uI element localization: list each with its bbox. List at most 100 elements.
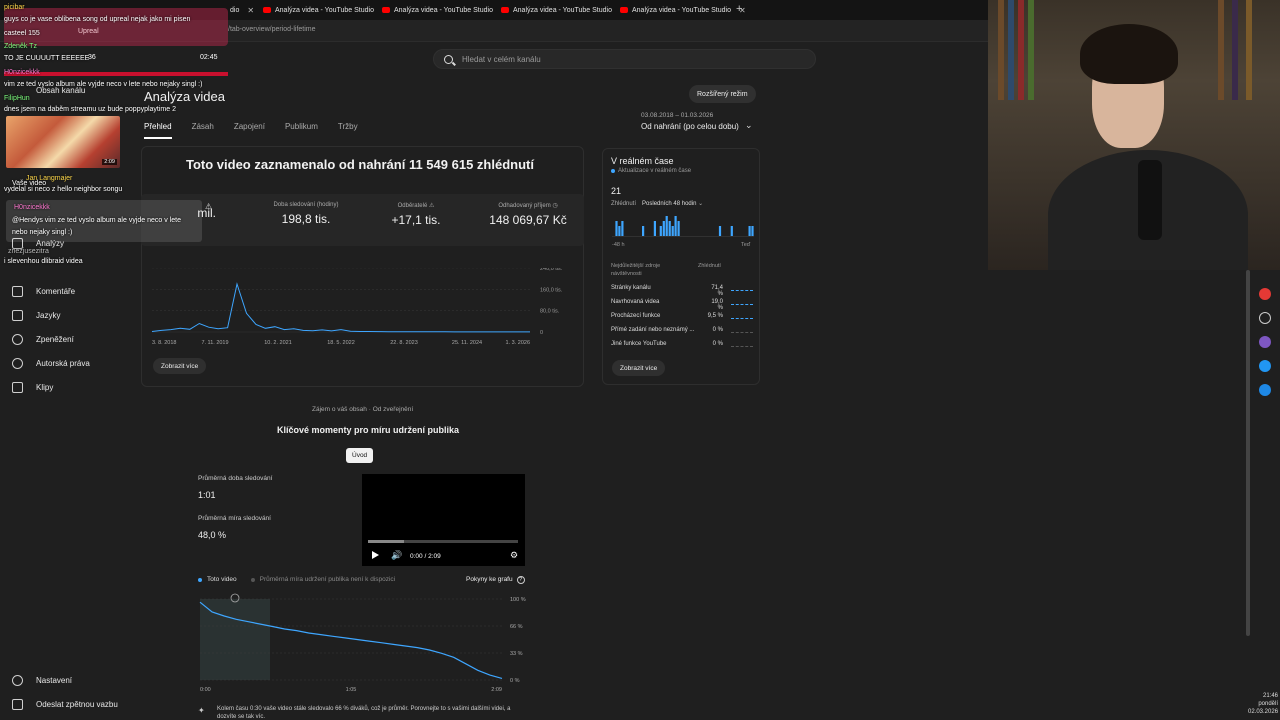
- y-tick-label: 0: [540, 330, 543, 336]
- graph-help-link[interactable]: Pokyny ke grafu?: [466, 576, 525, 584]
- realtime-show-more-button[interactable]: Zobrazit více: [612, 360, 666, 376]
- stat-subscribers[interactable]: Odběratelé ⚠ +17,1 tis.: [366, 202, 466, 227]
- realtime-bar: [748, 226, 751, 236]
- traffic-source-sparkline: [731, 315, 753, 319]
- volume-icon[interactable]: 🔊: [391, 550, 402, 561]
- browser-tab[interactable]: dio ✕: [230, 0, 254, 20]
- sidebar-item-feedback[interactable]: Odeslat zpětnou vazbu: [12, 699, 118, 710]
- x-tick-label: 0:00: [200, 687, 211, 693]
- sidebar-item-copyright[interactable]: Autorská práva: [12, 358, 90, 369]
- app-icon-telegram[interactable]: [1259, 360, 1271, 372]
- stat-revenue[interactable]: Odhadovaný příjem ◷ 148 069,67 Kč: [478, 202, 578, 227]
- search-icon: [444, 54, 453, 64]
- tab-overview[interactable]: Přehled: [144, 122, 172, 139]
- streamer-hair: [1080, 24, 1178, 84]
- chat-username: H0nzicekkk: [4, 69, 40, 76]
- x-tick-label: 22. 8. 2023: [390, 340, 418, 346]
- gear-icon[interactable]: ⚙: [510, 550, 518, 561]
- x-tick-label: 1. 3. 2026: [506, 340, 530, 346]
- tab-audience[interactable]: Publikum: [285, 122, 318, 139]
- sparkle-icon: ✦: [198, 706, 205, 715]
- shelf-book: [1028, 0, 1034, 100]
- player-time: 0:00 / 2:09: [410, 553, 441, 560]
- traffic-source-name: Stránky kanálu: [611, 285, 651, 291]
- x-tick-label: 18. 5. 2022: [327, 340, 355, 346]
- chat-message: vydelal si neco z hello neighbor songu: [4, 186, 123, 193]
- sidebar-item-clips[interactable]: Klipy: [12, 382, 53, 393]
- subtitles-icon: [12, 310, 23, 321]
- warning-icon: ⚠: [205, 202, 213, 211]
- browser-tab[interactable]: Analýza videa - YouTube Studio✕: [620, 0, 746, 20]
- sidebar-item-comments[interactable]: Komentáře: [12, 286, 75, 297]
- y-tick-label: 80,0 tis.: [540, 309, 560, 315]
- sidebar-item-languages[interactable]: Jazyky: [12, 310, 60, 321]
- traffic-source-sparkline: [731, 329, 753, 333]
- date-range-picker[interactable]: 03.08.2018 – 01.03.2026 Od nahrání (po c…: [641, 112, 753, 131]
- chat-message: dnes jsem na daběm streamu uz bude poppy…: [4, 106, 176, 113]
- shelf-book: [1232, 0, 1238, 100]
- x-tick-label: 1:05: [346, 687, 357, 693]
- chat-username: FilipHun: [4, 95, 30, 102]
- realtime-bar: [668, 221, 671, 236]
- rt-axis-right: Teď: [741, 242, 751, 248]
- shelf-book: [1218, 0, 1224, 100]
- intro-chip[interactable]: Úvod: [346, 448, 374, 463]
- realtime-bar: [659, 226, 662, 236]
- live-dot-icon: [611, 169, 615, 173]
- copyright-icon: [12, 358, 23, 369]
- video-player[interactable]: 🔊 0:00 / 2:09 ⚙: [362, 474, 525, 566]
- page-scrollbar[interactable]: [1246, 270, 1250, 636]
- show-more-button[interactable]: Zobrazit více: [153, 358, 207, 374]
- chat-username: H0nzicekkk: [14, 204, 50, 211]
- tab-revenue[interactable]: Tržby: [338, 122, 358, 139]
- realtime-bar: [642, 226, 645, 236]
- shelf-book: [1008, 0, 1014, 100]
- search-input[interactable]: Hledat v celém kanálu: [433, 49, 816, 69]
- player-progress-bar[interactable]: [368, 540, 518, 543]
- sidebar-item-settings[interactable]: Nastavení: [12, 675, 72, 686]
- overview-card: [141, 146, 584, 387]
- browser-tab[interactable]: Analýza videa - YouTube Studio✕: [382, 0, 508, 20]
- advanced-mode-button[interactable]: Rozšířený režim: [689, 85, 756, 103]
- traffic-source-value: 0 %: [712, 341, 723, 347]
- realtime-chart: [612, 216, 754, 237]
- youtube-icon: [620, 7, 628, 13]
- close-icon[interactable]: ✕: [247, 6, 254, 15]
- clock-icon: ◷: [552, 203, 558, 209]
- retention-chart: 100 % 66 % 33 % 0 % 0:00 1:05 2:09: [199, 593, 526, 693]
- upreal-label: Upreal: [78, 28, 99, 35]
- shelf-book: [1018, 0, 1024, 100]
- app-icon-red[interactable]: [1259, 288, 1271, 300]
- app-icon-purple[interactable]: [1259, 336, 1271, 348]
- sidebar-channel-label: znezjusezitra: [8, 248, 49, 255]
- browser-tab[interactable]: Analýza videa - YouTube Studio✕: [501, 0, 627, 20]
- video-thumbnail: 2:09: [6, 116, 120, 168]
- new-tab-icon[interactable]: +: [736, 3, 742, 15]
- overview-headline: Toto video zaznamenalo od nahrání 11 549…: [186, 157, 534, 172]
- y-tick-label: 66 %: [510, 624, 523, 630]
- realtime-subtitle: Aktualizace v reálném čase: [611, 168, 691, 174]
- key-moment-note: ✦ Kolem času 0:30 vaše video stále sledov…: [198, 706, 511, 720]
- music-widget: Upreal: [4, 8, 228, 46]
- help-icon: ?: [516, 576, 525, 584]
- key-moments-subtitle: Zájem o váš obsah · Od zveřejnění: [312, 406, 414, 413]
- period-dropdown[interactable]: Posledních 48 hodin: [642, 201, 696, 207]
- player-buffer: [368, 540, 404, 543]
- x-tick-label: 7. 11. 2019: [201, 340, 228, 346]
- chat-message: guys co je vase oblibena song od upreal …: [4, 16, 191, 23]
- comment-icon: [12, 286, 23, 297]
- realtime-count: 21: [611, 186, 622, 196]
- traffic-source-sparkline: [731, 287, 753, 291]
- stat-watch-time[interactable]: Doba sledování (hodiny) 198,8 tis.: [256, 202, 356, 226]
- app-icon-clock[interactable]: [1259, 312, 1271, 324]
- app-icon-blue[interactable]: [1259, 384, 1271, 396]
- tab-reach[interactable]: Zásah: [192, 122, 214, 139]
- y-tick-label: 0 %: [510, 678, 520, 684]
- chat-username: picibar: [4, 4, 25, 11]
- warning-icon: ⚠: [428, 203, 435, 209]
- realtime-bar: [653, 221, 656, 236]
- sidebar-item-monetization[interactable]: Zpeněžení: [12, 334, 74, 345]
- play-icon[interactable]: [372, 551, 379, 559]
- browser-tab[interactable]: Analýza videa - YouTube Studio✕: [263, 0, 389, 20]
- tab-engagement[interactable]: Zapojení: [234, 122, 265, 139]
